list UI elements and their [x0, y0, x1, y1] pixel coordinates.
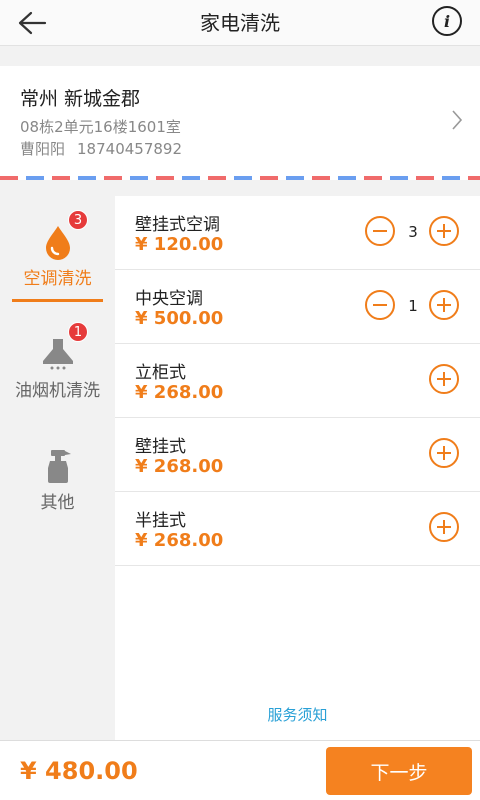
- item-price: ¥ 120.00: [135, 234, 224, 255]
- info-button[interactable]: i: [432, 6, 462, 36]
- item-name: 半挂式: [135, 511, 186, 531]
- address-detail: 08栋2单元16楼1601室: [20, 118, 181, 136]
- increase-button[interactable]: [429, 216, 459, 246]
- contact-name: 曹阳阳: [20, 140, 66, 158]
- decrease-button[interactable]: [365, 290, 395, 320]
- cart-count-badge: 1: [68, 322, 88, 342]
- list-item: 立柜式 ¥ 268.00: [115, 344, 480, 418]
- cart-count-badge: 3: [68, 210, 88, 230]
- address-card[interactable]: 常州 新城金郡 08栋2单元16楼1601室 曹阳阳 18740457892: [0, 66, 480, 180]
- info-icon: i: [443, 11, 451, 31]
- quantity-value: 1: [408, 297, 418, 315]
- total-price: ¥ 480.00: [20, 757, 138, 785]
- sidebar-item-label: 油烟机清洗: [15, 381, 100, 401]
- contact-phone: 18740457892: [77, 140, 182, 158]
- service-notice-link[interactable]: 服务须知: [115, 704, 480, 725]
- list-item: 中央空调 ¥ 500.00 1: [115, 270, 480, 344]
- header-bar: 家电清洗 i: [0, 0, 480, 46]
- airmail-border: [0, 176, 480, 180]
- sidebar-item-label: 其他: [40, 493, 75, 513]
- active-indicator: [12, 299, 103, 302]
- increase-button[interactable]: [429, 364, 459, 394]
- spray-bottle-icon: [38, 446, 78, 486]
- item-name: 壁挂式: [135, 437, 186, 457]
- item-price: ¥ 268.00: [135, 530, 224, 551]
- list-item: 半挂式 ¥ 268.00: [115, 492, 480, 566]
- list-item: 壁挂式 ¥ 268.00: [115, 418, 480, 492]
- sidebar-item-label: 空调清洗: [23, 269, 92, 289]
- item-price: ¥ 268.00: [135, 382, 224, 403]
- address-contact: 曹阳阳 18740457892: [20, 138, 182, 159]
- sidebar-item-ac-cleaning[interactable]: 3 空调清洗: [0, 196, 115, 308]
- item-name: 壁挂式空调: [135, 215, 220, 235]
- page-title: 家电清洗: [200, 11, 280, 35]
- next-step-button[interactable]: 下一步: [326, 747, 472, 795]
- decrease-button[interactable]: [365, 216, 395, 246]
- chevron-right-icon: [452, 110, 463, 130]
- increase-button[interactable]: [429, 438, 459, 468]
- increase-button[interactable]: [429, 512, 459, 542]
- item-price: ¥ 500.00: [135, 308, 224, 329]
- item-name: 中央空调: [135, 289, 203, 309]
- list-item: 壁挂式空调 ¥ 120.00 3: [115, 196, 480, 270]
- sidebar-item-range-hood-cleaning[interactable]: 1 油烟机清洗: [0, 308, 115, 420]
- item-name: 立柜式: [135, 363, 186, 383]
- address-name: 常州 新城金郡: [20, 88, 141, 110]
- item-price: ¥ 268.00: [135, 456, 224, 477]
- sidebar-item-other[interactable]: 其他: [0, 420, 115, 532]
- quantity-value: 3: [408, 223, 418, 241]
- service-list: 壁挂式空调 ¥ 120.00 3 中央空调 ¥ 500.00 1 立柜式 ¥ 2…: [115, 196, 480, 740]
- checkout-bar: ¥ 480.00 下一步: [0, 740, 480, 800]
- increase-button[interactable]: [429, 290, 459, 320]
- category-sidebar: 3 空调清洗 1 油烟机清洗 其他: [0, 196, 115, 740]
